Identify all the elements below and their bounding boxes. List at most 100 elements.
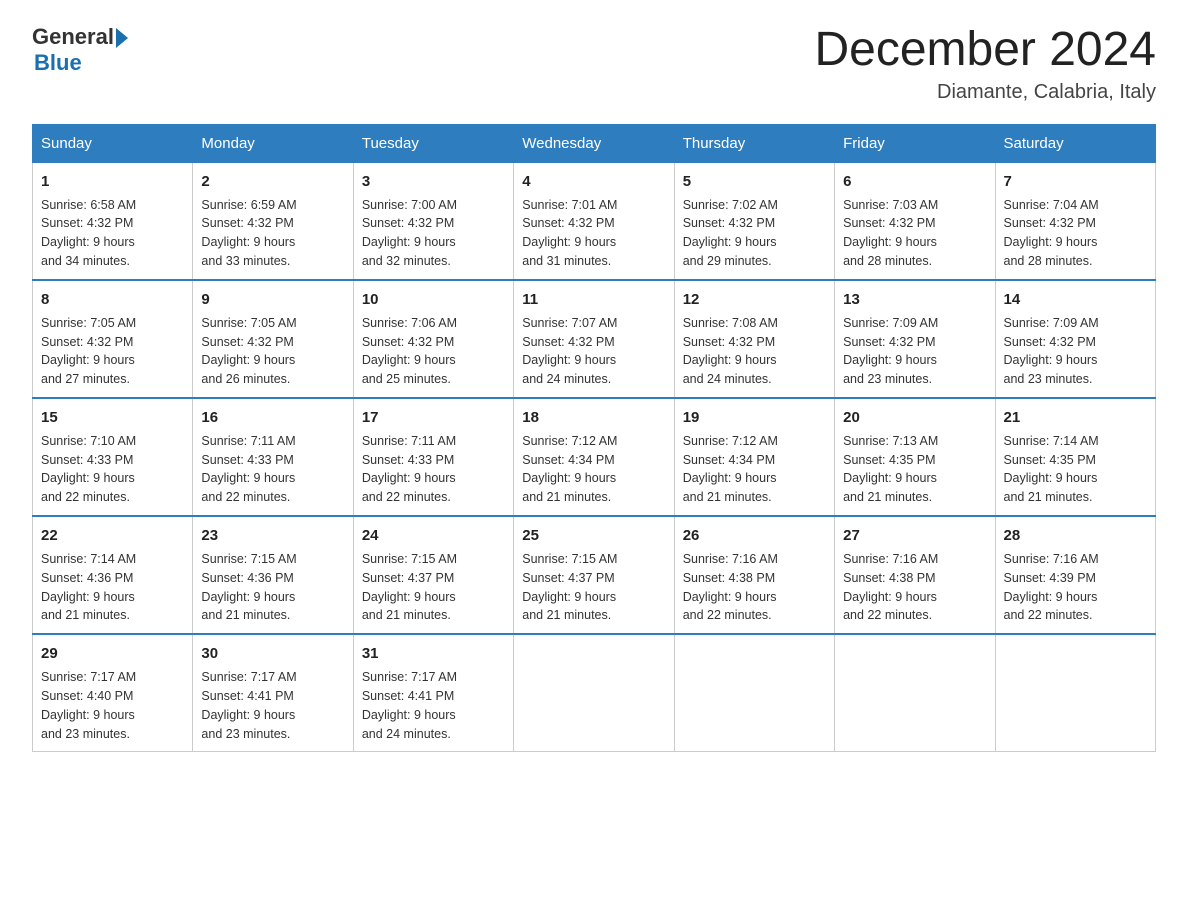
day-info: Sunrise: 7:15 AMSunset: 4:37 PMDaylight:… <box>362 552 457 623</box>
calendar-cell: 1 Sunrise: 6:58 AMSunset: 4:32 PMDaylight… <box>33 162 193 280</box>
week-row-4: 22 Sunrise: 7:14 AMSunset: 4:36 PMDayligh… <box>33 516 1156 634</box>
day-info: Sunrise: 7:06 AMSunset: 4:32 PMDaylight:… <box>362 316 457 387</box>
day-info: Sunrise: 6:59 AMSunset: 4:32 PMDaylight:… <box>201 198 296 269</box>
page-header: General Blue December 2024 Diamante, Cal… <box>32 24 1156 104</box>
weekday-header-monday: Monday <box>193 124 353 162</box>
day-number: 18 <box>522 407 665 429</box>
day-number: 12 <box>683 289 826 311</box>
calendar-cell: 12 Sunrise: 7:08 AMSunset: 4:32 PMDayligh… <box>674 280 834 398</box>
calendar-cell: 13 Sunrise: 7:09 AMSunset: 4:32 PMDayligh… <box>835 280 995 398</box>
calendar-cell: 16 Sunrise: 7:11 AMSunset: 4:33 PMDayligh… <box>193 398 353 516</box>
day-info: Sunrise: 7:05 AMSunset: 4:32 PMDaylight:… <box>201 316 296 387</box>
calendar-cell: 18 Sunrise: 7:12 AMSunset: 4:34 PMDayligh… <box>514 398 674 516</box>
day-number: 29 <box>41 643 184 665</box>
day-info: Sunrise: 7:16 AMSunset: 4:39 PMDaylight:… <box>1004 552 1099 623</box>
calendar-cell: 22 Sunrise: 7:14 AMSunset: 4:36 PMDayligh… <box>33 516 193 634</box>
day-info: Sunrise: 7:02 AMSunset: 4:32 PMDaylight:… <box>683 198 778 269</box>
logo: General Blue <box>32 24 128 76</box>
day-number: 15 <box>41 407 184 429</box>
day-info: Sunrise: 7:14 AMSunset: 4:36 PMDaylight:… <box>41 552 136 623</box>
day-info: Sunrise: 7:17 AMSunset: 4:41 PMDaylight:… <box>201 670 296 741</box>
weekday-header-tuesday: Tuesday <box>353 124 513 162</box>
weekday-header-saturday: Saturday <box>995 124 1155 162</box>
calendar-cell <box>995 634 1155 752</box>
day-info: Sunrise: 7:13 AMSunset: 4:35 PMDaylight:… <box>843 434 938 505</box>
day-number: 3 <box>362 171 505 193</box>
calendar-cell: 4 Sunrise: 7:01 AMSunset: 4:32 PMDaylight… <box>514 162 674 280</box>
week-row-3: 15 Sunrise: 7:10 AMSunset: 4:33 PMDayligh… <box>33 398 1156 516</box>
day-info: Sunrise: 7:03 AMSunset: 4:32 PMDaylight:… <box>843 198 938 269</box>
day-number: 20 <box>843 407 986 429</box>
calendar-cell: 23 Sunrise: 7:15 AMSunset: 4:36 PMDayligh… <box>193 516 353 634</box>
calendar-cell: 20 Sunrise: 7:13 AMSunset: 4:35 PMDayligh… <box>835 398 995 516</box>
day-number: 16 <box>201 407 344 429</box>
logo-arrow-icon <box>116 28 128 48</box>
calendar-cell: 14 Sunrise: 7:09 AMSunset: 4:32 PMDayligh… <box>995 280 1155 398</box>
weekday-header-sunday: Sunday <box>33 124 193 162</box>
week-row-1: 1 Sunrise: 6:58 AMSunset: 4:32 PMDaylight… <box>33 162 1156 280</box>
calendar-cell: 6 Sunrise: 7:03 AMSunset: 4:32 PMDaylight… <box>835 162 995 280</box>
day-info: Sunrise: 7:01 AMSunset: 4:32 PMDaylight:… <box>522 198 617 269</box>
calendar-cell: 3 Sunrise: 7:00 AMSunset: 4:32 PMDaylight… <box>353 162 513 280</box>
calendar-cell: 24 Sunrise: 7:15 AMSunset: 4:37 PMDayligh… <box>353 516 513 634</box>
calendar-cell: 5 Sunrise: 7:02 AMSunset: 4:32 PMDaylight… <box>674 162 834 280</box>
calendar-cell <box>674 634 834 752</box>
calendar-cell: 19 Sunrise: 7:12 AMSunset: 4:34 PMDayligh… <box>674 398 834 516</box>
day-number: 5 <box>683 171 826 193</box>
day-info: Sunrise: 7:08 AMSunset: 4:32 PMDaylight:… <box>683 316 778 387</box>
day-number: 10 <box>362 289 505 311</box>
day-number: 9 <box>201 289 344 311</box>
day-number: 27 <box>843 525 986 547</box>
calendar-cell: 26Sunrise: 7:16 AMSunset: 4:38 PMDayligh… <box>674 516 834 634</box>
day-info: Sunrise: 7:05 AMSunset: 4:32 PMDaylight:… <box>41 316 136 387</box>
day-info: Sunrise: 7:16 AMSunset: 4:38 PMDaylight:… <box>683 552 778 623</box>
week-row-2: 8 Sunrise: 7:05 AMSunset: 4:32 PMDaylight… <box>33 280 1156 398</box>
calendar-cell: 10 Sunrise: 7:06 AMSunset: 4:32 PMDayligh… <box>353 280 513 398</box>
day-number: 30 <box>201 643 344 665</box>
day-info: Sunrise: 7:00 AMSunset: 4:32 PMDaylight:… <box>362 198 457 269</box>
day-info: Sunrise: 7:14 AMSunset: 4:35 PMDaylight:… <box>1004 434 1099 505</box>
day-info: Sunrise: 7:17 AMSunset: 4:40 PMDaylight:… <box>41 670 136 741</box>
day-number: 6 <box>843 171 986 193</box>
subtitle: Diamante, Calabria, Italy <box>814 81 1156 104</box>
calendar-cell: 21Sunrise: 7:14 AMSunset: 4:35 PMDayligh… <box>995 398 1155 516</box>
day-number: 19 <box>683 407 826 429</box>
day-info: Sunrise: 7:17 AMSunset: 4:41 PMDaylight:… <box>362 670 457 741</box>
calendar-cell <box>835 634 995 752</box>
day-number: 22 <box>41 525 184 547</box>
day-number: 23 <box>201 525 344 547</box>
day-info: Sunrise: 6:58 AMSunset: 4:32 PMDaylight:… <box>41 198 136 269</box>
day-info: Sunrise: 7:11 AMSunset: 4:33 PMDaylight:… <box>201 434 295 505</box>
calendar-cell: 30 Sunrise: 7:17 AMSunset: 4:41 PMDayligh… <box>193 634 353 752</box>
day-number: 8 <box>41 289 184 311</box>
calendar-table: SundayMondayTuesdayWednesdayThursdayFrid… <box>32 124 1156 753</box>
weekday-header-friday: Friday <box>835 124 995 162</box>
day-info: Sunrise: 7:10 AMSunset: 4:33 PMDaylight:… <box>41 434 136 505</box>
day-number: 1 <box>41 171 184 193</box>
day-number: 14 <box>1004 289 1147 311</box>
calendar-cell: 8 Sunrise: 7:05 AMSunset: 4:32 PMDaylight… <box>33 280 193 398</box>
calendar-cell: 25 Sunrise: 7:15 AMSunset: 4:37 PMDayligh… <box>514 516 674 634</box>
day-number: 25 <box>522 525 665 547</box>
day-info: Sunrise: 7:09 AMSunset: 4:32 PMDaylight:… <box>843 316 938 387</box>
day-number: 13 <box>843 289 986 311</box>
calendar-cell <box>514 634 674 752</box>
day-info: Sunrise: 7:15 AMSunset: 4:37 PMDaylight:… <box>522 552 617 623</box>
day-number: 2 <box>201 171 344 193</box>
calendar-cell: 17 Sunrise: 7:11 AMSunset: 4:33 PMDayligh… <box>353 398 513 516</box>
day-number: 24 <box>362 525 505 547</box>
day-info: Sunrise: 7:12 AMSunset: 4:34 PMDaylight:… <box>683 434 778 505</box>
day-info: Sunrise: 7:12 AMSunset: 4:34 PMDaylight:… <box>522 434 617 505</box>
calendar-cell: 9 Sunrise: 7:05 AMSunset: 4:32 PMDaylight… <box>193 280 353 398</box>
calendar-cell: 7Sunrise: 7:04 AMSunset: 4:32 PMDaylight… <box>995 162 1155 280</box>
day-info: Sunrise: 7:11 AMSunset: 4:33 PMDaylight:… <box>362 434 456 505</box>
day-info: Sunrise: 7:15 AMSunset: 4:36 PMDaylight:… <box>201 552 296 623</box>
day-number: 4 <box>522 171 665 193</box>
logo-blue: Blue <box>34 50 128 76</box>
day-info: Sunrise: 7:09 AMSunset: 4:32 PMDaylight:… <box>1004 316 1099 387</box>
page-title: December 2024 <box>814 24 1156 77</box>
calendar-cell: 15 Sunrise: 7:10 AMSunset: 4:33 PMDayligh… <box>33 398 193 516</box>
title-block: December 2024 Diamante, Calabria, Italy <box>814 24 1156 104</box>
day-number: 17 <box>362 407 505 429</box>
calendar-cell: 11Sunrise: 7:07 AMSunset: 4:32 PMDayligh… <box>514 280 674 398</box>
